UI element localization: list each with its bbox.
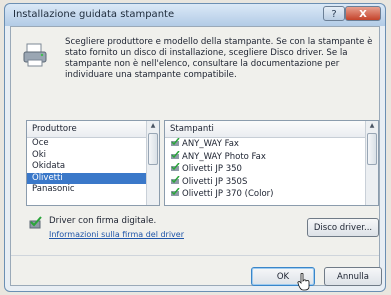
close-button[interactable]: X — [345, 6, 381, 21]
instructions-text: Scegliere produttore e modello della sta… — [65, 37, 373, 80]
scroll-thumb[interactable] — [148, 133, 158, 165]
manufacturer-item[interactable]: Okidata — [27, 161, 159, 173]
cancel-button[interactable]: Annulla — [324, 267, 382, 286]
signed-driver-icon — [171, 188, 180, 196]
printer-item-label: ANY_WAY Fax — [182, 139, 239, 149]
signed-driver-icon — [171, 175, 180, 184]
printer-item-label: Olivetti JP 350 — [182, 164, 242, 174]
printer-list[interactable]: Stampanti ANY_WAY Fax ANY_WAY Photo Fax … — [164, 120, 379, 206]
help-button[interactable]: ? — [323, 6, 345, 21]
printer-item[interactable]: ANY_WAY Photo Fax — [165, 150, 378, 164]
printer-scrollbar[interactable]: ▲ — [365, 121, 378, 205]
printer-icon — [23, 43, 47, 67]
window-title: Installazione guidata stampante — [13, 9, 175, 20]
printer-item[interactable]: Olivetti JP 350 — [165, 163, 378, 176]
manufacturer-scrollbar[interactable]: ▲ — [146, 121, 159, 205]
printer-item[interactable]: ANY_WAY Fax — [165, 138, 378, 151]
printer-item[interactable]: Olivetti JP 350S — [165, 175, 378, 189]
signed-driver-icon — [171, 138, 180, 146]
printer-wizard-window: Installazione guidata stampante ? X Sceg… — [4, 3, 386, 292]
have-disk-button[interactable]: Disco driver... — [307, 218, 379, 237]
signature-info-link[interactable]: Informazioni sulla firma del driver — [49, 230, 184, 239]
signed-driver-icon — [171, 163, 180, 171]
divider — [11, 255, 379, 256]
dialog-body: Scegliere produttore e modello della sta… — [10, 26, 382, 291]
signature-status: Driver con firma digitale. — [49, 216, 157, 226]
title-bar[interactable]: Installazione guidata stampante ? X — [5, 4, 385, 26]
manufacturer-item[interactable]: Oki — [27, 150, 159, 162]
manufacturer-header[interactable]: Produttore — [27, 121, 159, 138]
signed-driver-icon — [29, 216, 42, 229]
manufacturer-item[interactable]: Oce — [27, 138, 159, 150]
manufacturer-item[interactable]: Panasonic — [27, 184, 159, 196]
printer-item-label: ANY_WAY Photo Fax — [182, 151, 266, 162]
scroll-thumb[interactable] — [367, 133, 377, 165]
manufacturer-list[interactable]: Produttore Oce Oki Okidata Olivetti Pana… — [26, 120, 160, 206]
printer-item-label: Olivetti JP 350S — [182, 176, 248, 187]
scroll-up-icon[interactable]: ▲ — [147, 121, 159, 131]
mouse-cursor-icon — [297, 273, 310, 291]
manufacturer-item-selected[interactable]: Olivetti — [27, 172, 159, 184]
printer-header[interactable]: Stampanti — [165, 121, 378, 138]
signed-driver-icon — [171, 150, 180, 159]
printer-item-label: Olivetti JP 370 (Color) — [182, 189, 274, 199]
scroll-up-icon[interactable]: ▲ — [366, 121, 378, 131]
printer-item[interactable]: Olivetti JP 370 (Color) — [165, 188, 378, 201]
